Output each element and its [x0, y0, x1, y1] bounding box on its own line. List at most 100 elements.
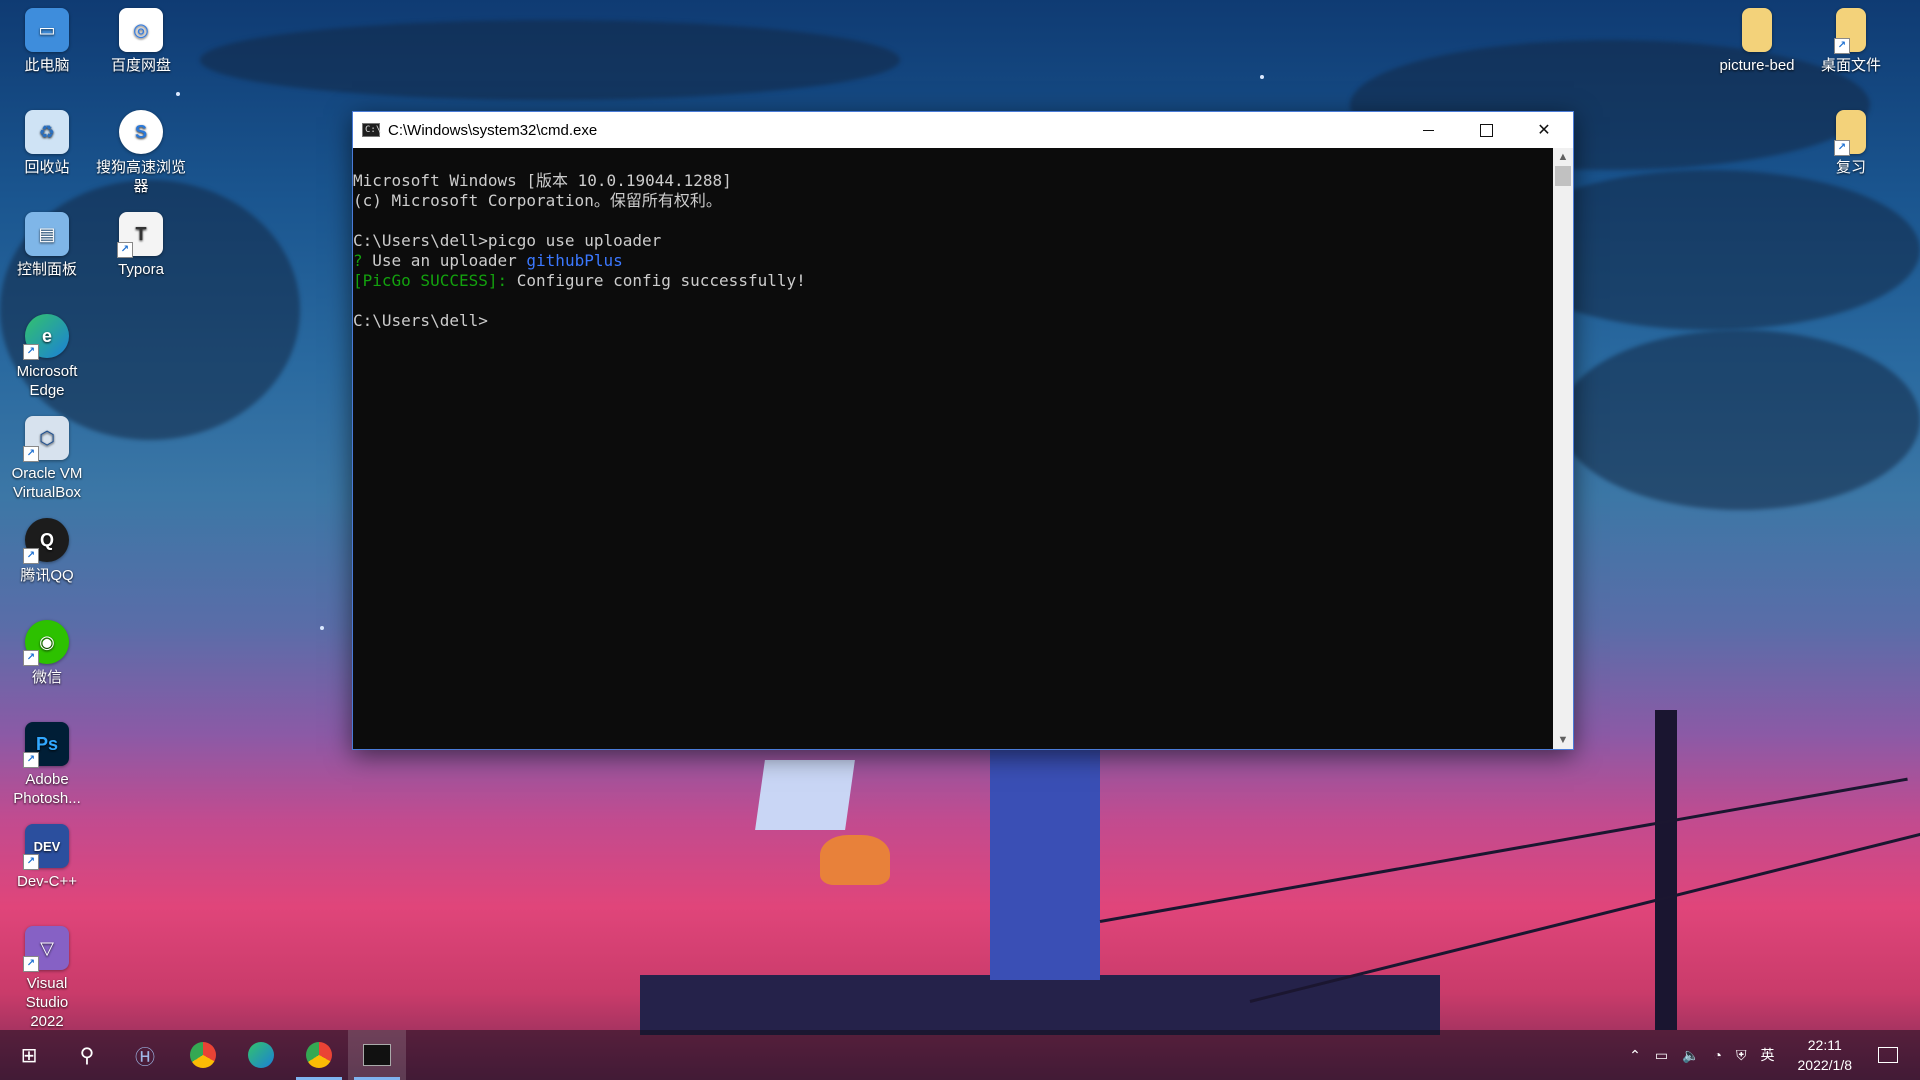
desktop-icon-photoshop[interactable]: Ps ↗ Adobe Photosh... — [0, 722, 94, 808]
desktop-icon-virtualbox[interactable]: ⬡ ↗ Oracle VM VirtualBox — [0, 416, 94, 502]
question-answer: githubPlus — [526, 251, 623, 270]
notification-center-icon[interactable] — [1878, 1047, 1898, 1063]
desktop-icon-recycle-bin[interactable]: ♻ 回收站 — [0, 110, 94, 177]
scroll-up-icon[interactable]: ▲ — [1553, 148, 1573, 166]
start-button[interactable]: ⊞ — [0, 1030, 58, 1080]
visual-studio-icon: ▽ ↗ — [23, 926, 69, 972]
taskbar-cmd[interactable] — [348, 1030, 406, 1080]
star — [1260, 75, 1264, 79]
chrome-icon — [306, 1042, 332, 1068]
desktop-icon-picture-bed[interactable]: picture-bed — [1710, 8, 1804, 75]
virtualbox-icon: ⬡ ↗ — [23, 416, 69, 462]
baidu-netdisk-icon: ◎ — [119, 8, 163, 52]
star — [176, 92, 180, 96]
wire — [1249, 830, 1920, 1003]
clock-time: 22:11 — [1807, 1037, 1842, 1053]
taskbar-chrome-2[interactable] — [290, 1030, 348, 1080]
desktop-icon-review[interactable]: ↗ 复习 — [1804, 110, 1898, 177]
question-text: Use an uploader — [362, 251, 527, 270]
wifi-icon[interactable]: ◔ — [1714, 1047, 1722, 1063]
desktop-icon-typora[interactable]: T ↗ Typora — [94, 212, 188, 279]
minimize-button[interactable] — [1399, 112, 1457, 148]
success-text: Configure config successfully! — [507, 271, 806, 290]
taskbar-chrome[interactable] — [174, 1030, 232, 1080]
shortcut-arrow-icon: ↗ — [117, 242, 133, 258]
start-icon: ⊞ — [20, 1044, 38, 1067]
desktop-icon-desktop-files[interactable]: ↗ 桌面文件 — [1804, 8, 1898, 75]
desktop-icon-label: 百度网盘 — [110, 57, 171, 74]
scrollbar-thumb[interactable] — [1555, 166, 1571, 186]
desktop-icon-label: Dev-C++ — [16, 873, 78, 890]
window-titlebar[interactable]: C:\ C:\Windows\system32\cmd.exe ✕ — [353, 112, 1573, 148]
qq-icon: Q ↗ — [23, 518, 69, 564]
desktop-icon-label: 腾讯QQ — [20, 567, 74, 584]
desktop-icon-visual-studio[interactable]: ▽ ↗ Visual Studio 2022 — [0, 926, 94, 1031]
cmd-window[interactable]: C:\ C:\Windows\system32\cmd.exe ✕ Micros… — [352, 111, 1574, 750]
desktop-icon-label: 复习 — [1835, 159, 1866, 176]
edge-icon: e ↗ — [23, 314, 69, 360]
chrome-icon — [190, 1042, 216, 1068]
console-line: Microsoft Windows [版本 10.0.19044.1288] — [353, 171, 732, 190]
cmd-icon — [363, 1044, 391, 1066]
maximize-button[interactable] — [1457, 112, 1515, 148]
security-shield-icon[interactable]: ⛨ — [1736, 1047, 1747, 1064]
desktop-icon-devcpp[interactable]: DEV ↗ Dev-C++ — [0, 824, 94, 891]
desktop-icon-control-panel[interactable]: ▤ 控制面板 — [0, 212, 94, 279]
clock[interactable]: 22:11 2022/1/8 — [1798, 1035, 1853, 1075]
shortcut-arrow-icon: ↗ — [23, 344, 39, 360]
cmd-app-icon: C:\ — [362, 123, 381, 137]
console-command: picgo use uploader — [487, 231, 662, 250]
desktop-icon-label: Oracle VM VirtualBox — [11, 465, 83, 501]
volume-icon[interactable]: 🔈 — [1682, 1047, 1699, 1064]
desktop-icon-this-pc[interactable]: ▭ 此电脑 — [0, 8, 94, 75]
folder-icon: ↗ — [1834, 8, 1866, 54]
maximize-icon — [1479, 123, 1493, 137]
desktop-icon-baidu-netdisk[interactable]: ◎ 百度网盘 — [94, 8, 188, 75]
desktop-icon-label: 微信 — [31, 669, 62, 686]
shortcut-arrow-icon: ↗ — [23, 956, 39, 972]
wire — [1099, 777, 1908, 923]
pole-silhouette — [1655, 710, 1677, 1030]
taskbar-app-h[interactable]: Ⓗ — [116, 1030, 174, 1080]
edge-icon — [248, 1042, 274, 1068]
chevron-up-icon[interactable]: ⌃ — [1629, 1047, 1641, 1064]
folder-icon: ↗ — [1834, 110, 1866, 156]
control-panel-icon: ▤ — [25, 212, 69, 256]
recycle-bin-icon: ♻ — [25, 110, 69, 154]
desktop-icon-label: picture-bed — [1719, 57, 1795, 74]
desktop-icon-qq[interactable]: Q ↗ 腾讯QQ — [0, 518, 94, 585]
console-line: C:\Users\dell>picgo use uploader — [353, 231, 1553, 251]
shortcut-arrow-icon: ↗ — [23, 548, 39, 564]
app-h-icon: Ⓗ — [135, 1046, 155, 1069]
scroll-down-icon[interactable]: ▼ — [1553, 731, 1573, 749]
shortcut-arrow-icon: ↗ — [1834, 38, 1850, 54]
desktop-icon-label: Microsoft Edge — [16, 363, 78, 399]
console-output[interactable]: Microsoft Windows [版本 10.0.19044.1288] (c… — [353, 148, 1553, 749]
question-mark: ? — [353, 251, 363, 270]
desktop-icon-label: 此电脑 — [24, 57, 70, 74]
desktop-icon-label: 搜狗高速浏览器 — [95, 159, 186, 195]
vertical-scrollbar[interactable]: ▲ ▼ — [1553, 148, 1573, 749]
shortcut-arrow-icon: ↗ — [1834, 140, 1850, 156]
ime-indicator[interactable]: 英 — [1761, 1045, 1775, 1065]
cat-silhouette — [820, 835, 890, 885]
search-button[interactable]: ⚲ — [58, 1030, 116, 1080]
success-tag: [PicGo SUCCESS]: — [353, 271, 508, 290]
battery-icon[interactable]: ▭ — [1655, 1047, 1668, 1064]
desktop-icon-edge[interactable]: e ↗ Microsoft Edge — [0, 314, 94, 400]
search-icon: ⚲ — [79, 1044, 95, 1067]
desktop-icon-label: Visual Studio 2022 — [25, 975, 69, 1030]
desktop-icon-wechat[interactable]: ◉ ↗ 微信 — [0, 620, 94, 687]
desktop-icon-label: 控制面板 — [16, 261, 77, 278]
system-tray: ⌃ ▭ 🔈 ◔ ⛨ 英 22:11 2022/1/8 — [1622, 1030, 1920, 1080]
shortcut-arrow-icon: ↗ — [23, 650, 39, 666]
sogou-browser-icon: S — [119, 110, 163, 154]
taskbar-edge[interactable] — [232, 1030, 290, 1080]
person-legs-silhouette — [990, 750, 1100, 980]
folder-icon — [1742, 8, 1772, 52]
close-button[interactable]: ✕ — [1515, 112, 1573, 148]
clock-date: 2022/1/8 — [1797, 1057, 1853, 1073]
console-line: [PicGo SUCCESS]: Configure config succes… — [353, 271, 1553, 291]
desktop-icon-sogou-browser[interactable]: S 搜狗高速浏览器 — [94, 110, 188, 196]
